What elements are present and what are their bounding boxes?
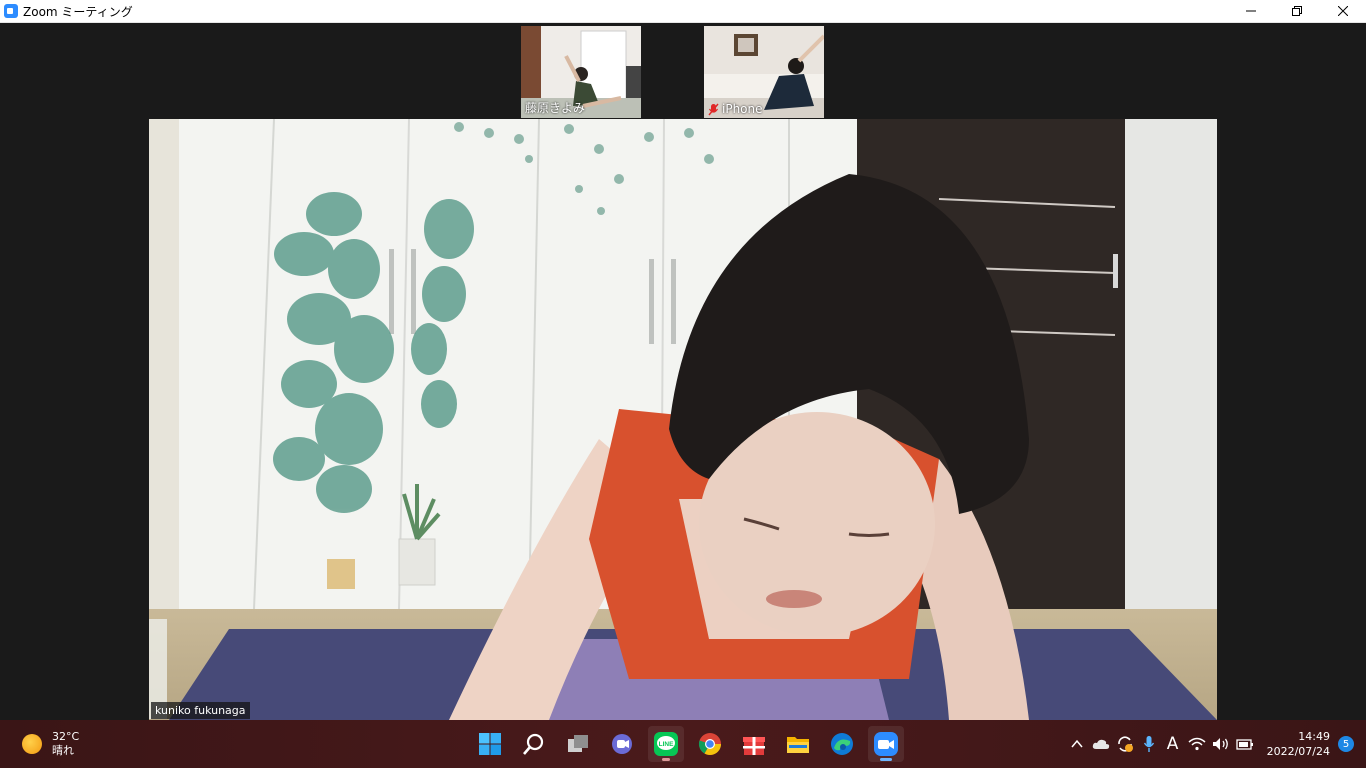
start-button[interactable] [472, 726, 508, 762]
search-icon [523, 733, 544, 755]
clock[interactable]: 14:49 2022/07/24 [1267, 729, 1330, 759]
ime-mode-indicator: A [1166, 734, 1179, 754]
battery-charging-icon [1235, 739, 1253, 750]
close-button[interactable] [1320, 0, 1366, 22]
taskbar: 32°C 晴れ LINE A 14:49 2022/07/24 5 [0, 720, 1366, 768]
sync-warning-icon [1117, 736, 1133, 752]
task-view-icon [568, 735, 588, 752]
weather-temperature: 32°C [52, 730, 80, 743]
line-icon: LINE [654, 732, 678, 756]
weather-widget[interactable]: 32°C 晴れ [22, 730, 79, 758]
battery-button[interactable] [1234, 733, 1256, 755]
zoom-icon [874, 732, 898, 756]
minimize-button[interactable] [1228, 0, 1274, 22]
gift-icon [743, 737, 765, 755]
show-hidden-icons-button[interactable] [1066, 733, 1088, 755]
muted-mic-icon [708, 103, 719, 115]
line-app-button[interactable]: LINE [648, 726, 684, 762]
gift-app-button[interactable] [736, 726, 772, 762]
svg-text:LINE: LINE [659, 741, 674, 748]
volume-button[interactable] [1210, 733, 1232, 755]
ime-mode-button[interactable]: A [1162, 733, 1184, 755]
running-indicator [662, 758, 670, 761]
edge-icon [831, 733, 853, 755]
start-icon [479, 733, 501, 755]
minimize-icon [1246, 10, 1256, 12]
taskbar-apps: LINE [472, 726, 904, 762]
weather-condition: 晴れ [52, 744, 74, 757]
chrome-button[interactable] [692, 726, 728, 762]
sync-button[interactable] [1114, 733, 1136, 755]
participant-thumbnail-2[interactable]: iPhone [704, 26, 824, 118]
title-bar: Zoom ミーティング [0, 0, 1366, 23]
zoom-app-icon [4, 4, 18, 18]
cloud-icon [1092, 739, 1109, 749]
chevron-up-icon [1071, 739, 1083, 748]
teams-chat-icon [612, 734, 632, 754]
restore-icon [1292, 6, 1302, 16]
restore-button[interactable] [1274, 0, 1320, 22]
wifi-icon [1188, 737, 1206, 751]
microphone-icon [1143, 736, 1154, 752]
window-controls [1228, 0, 1366, 22]
file-explorer-icon [787, 737, 809, 753]
participant-name-1: 藤原きよみ [525, 101, 586, 115]
teams-chat-button[interactable] [604, 726, 640, 762]
active-speaker-video[interactable]: kuniko fukunaga [149, 119, 1217, 720]
speaker-icon [1212, 738, 1228, 750]
search-button[interactable] [516, 726, 552, 762]
onedrive-button[interactable] [1090, 733, 1112, 755]
microphone-button[interactable] [1138, 733, 1160, 755]
participant-thumbnail-1[interactable]: 藤原きよみ [521, 26, 641, 118]
wifi-button[interactable] [1186, 733, 1208, 755]
meeting-stage: 藤原きよみ iPhone kuniko fukunaga [0, 23, 1366, 720]
system-tray: A 14:49 2022/07/24 5 [1065, 720, 1366, 768]
clock-date: 2022/07/24 [1266, 745, 1330, 758]
participant-name-2: iPhone [708, 102, 763, 116]
notification-badge[interactable]: 5 [1338, 736, 1354, 752]
speaker-video-frame [149, 119, 1217, 720]
edge-button[interactable] [824, 726, 860, 762]
clock-time: 14:49 [1298, 730, 1330, 743]
close-icon [1338, 6, 1348, 16]
window-title: Zoom ミーティング [23, 4, 133, 19]
zoom-app-button[interactable] [868, 726, 904, 762]
file-explorer-button[interactable] [780, 726, 816, 762]
task-view-button[interactable] [560, 726, 596, 762]
chrome-icon [698, 733, 721, 755]
active-indicator [880, 758, 892, 761]
active-speaker-name: kuniko fukunaga [151, 702, 250, 719]
sun-icon [22, 734, 42, 754]
